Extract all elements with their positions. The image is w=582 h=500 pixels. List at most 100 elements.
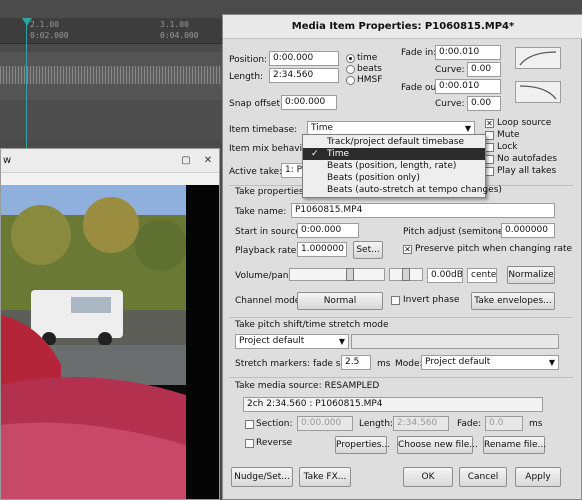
stretch-mode-label: Mode:	[395, 359, 423, 369]
mute-checkbox[interactable]	[485, 131, 494, 140]
media-source-field: 2ch 2:34.560 : P1060815.MP4	[243, 397, 543, 412]
timemode-radio-time[interactable]	[346, 54, 355, 63]
fade-out-field[interactable]: 0:00.010	[435, 79, 501, 94]
volume-slider[interactable]	[289, 268, 385, 281]
position-field[interactable]: 0:00.000	[269, 51, 339, 66]
stretch-mode-select[interactable]: Project default ▼	[421, 355, 559, 370]
timemode-radio-beats[interactable]	[346, 65, 355, 74]
section-fade-field[interactable]: 0.0	[485, 416, 523, 431]
volume-slider-handle[interactable]	[346, 268, 354, 281]
set-rate-button[interactable]: Set...	[353, 241, 383, 259]
chevron-down-icon: ▼	[338, 337, 345, 346]
ok-button[interactable]: OK	[403, 467, 453, 487]
choose-new-file-button[interactable]: Choose new file...	[397, 436, 478, 454]
invert-phase-checkbox[interactable]	[391, 296, 400, 305]
section-length-field[interactable]: 2:34.560	[393, 416, 449, 431]
fade-in-curve-field[interactable]: 0.00	[467, 62, 501, 77]
invert-phase-label: Invert phase	[403, 295, 460, 305]
channel-mode-button[interactable]: Normal	[297, 292, 383, 310]
take-envelopes-button[interactable]: Take envelopes...	[471, 292, 555, 310]
section-length-label: Length:	[359, 419, 394, 429]
fade-in-label: Fade in:	[401, 48, 437, 58]
pitch-adjust-field[interactable]: 0.000000	[501, 223, 555, 238]
close-icon[interactable]: ✕	[201, 154, 215, 168]
volume-pan-label: Volume/pan:	[235, 271, 292, 281]
timebase-option-beats-stretch[interactable]: Beats (auto-stretch at tempo changes)	[303, 184, 502, 196]
fade-out-shape-button[interactable]	[515, 81, 561, 103]
maximize-icon[interactable]: ▢	[179, 154, 193, 168]
timebase-option-beats-full[interactable]: Beats (position, length, rate)	[303, 160, 485, 172]
no-autofades-checkbox[interactable]	[485, 155, 494, 164]
dialog-title[interactable]: Media Item Properties: P1060815.MP4*	[223, 15, 582, 39]
ruler-bar-label: 3.1.00	[160, 20, 189, 29]
stretch-markers-label: Stretch markers: fade size:	[235, 359, 357, 369]
fade-in-shape-button[interactable]	[515, 47, 561, 69]
apply-button[interactable]: Apply	[515, 467, 561, 487]
stretch-fade-size-field[interactable]: 2.5	[341, 355, 371, 370]
start-in-source-field[interactable]: 0:00.000	[297, 223, 359, 238]
section-fade-label: Fade:	[457, 419, 482, 429]
channel-mode-label: Channel mode:	[235, 296, 304, 306]
fade-out-curve-field[interactable]: 0.00	[467, 96, 501, 111]
timemode-label-time: time	[357, 53, 378, 63]
video-titlebar[interactable]: w ▢ ✕	[1, 149, 219, 173]
reverse-label: Reverse	[256, 438, 293, 448]
snap-offset-field[interactable]: 0:00.000	[281, 95, 337, 110]
media-source-header: Take media source: RESAMPLED	[235, 381, 380, 391]
checkmark-icon: ✓	[311, 149, 319, 159]
normalize-button[interactable]: Normalize	[507, 266, 555, 284]
pan-slider-handle[interactable]	[402, 268, 410, 281]
playback-rate-label: Playback rate:	[235, 246, 300, 256]
ruler-bar-label: 2.1.00	[30, 20, 59, 29]
timemode-radio-hmsf[interactable]	[346, 76, 355, 85]
length-label: Length:	[229, 72, 264, 82]
preserve-pitch-checkbox[interactable]: ✕	[403, 245, 412, 254]
ruler-time-label: 0:04.000	[160, 31, 199, 40]
play-all-takes-checkbox[interactable]	[485, 167, 494, 176]
properties-button[interactable]: Properties...	[335, 436, 390, 454]
take-name-label: Take name:	[235, 207, 287, 217]
loop-source-label: Loop source	[497, 118, 552, 128]
no-autofades-label: No autofades	[497, 154, 557, 164]
ruler-time-label: 0:02.000	[30, 31, 69, 40]
nudge-set-button[interactable]: Nudge/Set...	[231, 467, 293, 487]
timebase-option-beats-position[interactable]: Beats (position only)	[303, 172, 485, 184]
stretch-ms-label: ms	[377, 359, 391, 369]
volume-db-field[interactable]: 0.00dB	[427, 268, 463, 283]
length-field[interactable]: 2:34.560	[269, 68, 339, 83]
pitch-shift-select-value: Project default	[239, 336, 305, 346]
pitch-adjust-label: Pitch adjust (semitones):	[403, 227, 515, 237]
pan-field[interactable]: center	[467, 268, 497, 283]
pan-slider[interactable]	[389, 268, 423, 281]
fade-in-field[interactable]: 0:00.010	[435, 45, 501, 60]
playhead-marker-icon[interactable]	[22, 18, 32, 26]
pitch-shift-submode-field[interactable]	[351, 334, 559, 349]
lock-checkbox[interactable]	[485, 143, 494, 152]
section-checkbox[interactable]	[245, 420, 254, 429]
reverse-checkbox[interactable]	[245, 439, 254, 448]
media-source-divider	[229, 377, 573, 378]
lock-label: Lock	[497, 142, 518, 152]
timebase-option-time-label: Time	[327, 149, 350, 159]
video-window-title: w	[3, 155, 12, 166]
take-name-field[interactable]: P1060815.MP4	[291, 203, 555, 218]
stretch-mode-select-value: Project default	[425, 357, 491, 367]
take-fx-button[interactable]: Take FX...	[299, 467, 351, 487]
timebase-option-default[interactable]: Track/project default timebase	[303, 136, 485, 148]
fade-in-curve-label: Curve:	[435, 65, 465, 75]
timebase-select-value: Time	[311, 123, 334, 133]
section-start-field[interactable]: 0:00.000	[297, 416, 353, 431]
rename-file-button[interactable]: Rename file...	[483, 436, 546, 454]
fade-out-curve-label: Curve:	[435, 99, 465, 109]
section-ms-label: ms	[529, 419, 543, 429]
video-frame	[1, 185, 219, 499]
cancel-button[interactable]: Cancel	[459, 467, 507, 487]
take-properties-header: Take properties	[235, 187, 304, 197]
preserve-pitch-label: Preserve pitch when changing rate	[415, 244, 573, 254]
playback-rate-field[interactable]: 1.000000	[297, 242, 347, 257]
pitch-shift-select[interactable]: Project default ▼	[235, 334, 349, 349]
loop-source-checkbox[interactable]: ✕	[485, 119, 494, 128]
video-image	[1, 185, 219, 499]
position-label: Position:	[229, 55, 268, 65]
timebase-option-time[interactable]: ✓ Time	[303, 148, 485, 160]
